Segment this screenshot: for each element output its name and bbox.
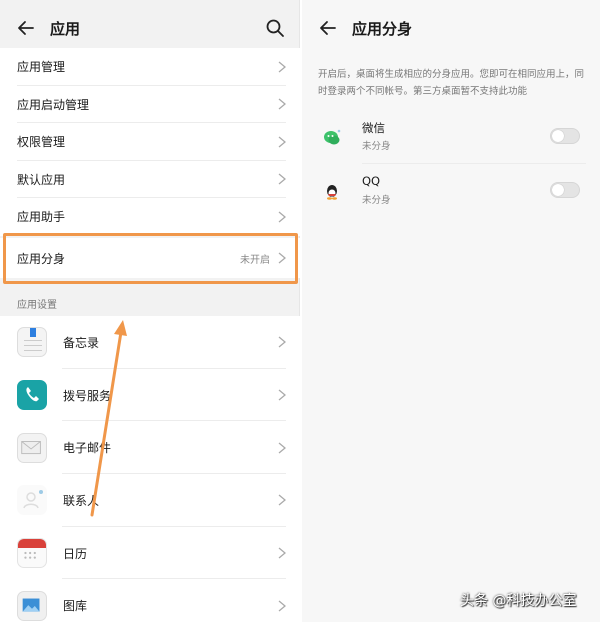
search-icon[interactable] (265, 18, 285, 38)
menu-item-label: 应用分身 (17, 251, 66, 266)
app-settings-panel: 应用 应用管理 应用启动管理 权限管理 默认应用 应用助手 应用分身 未开启 应… (0, 0, 300, 622)
app-clone-group: 应用分身 未开启 (0, 238, 300, 278)
back-arrow-icon[interactable] (318, 18, 338, 38)
watermark: 头条 @科技办公室 (460, 593, 577, 609)
chevron-right-icon (278, 442, 286, 454)
app-name: 微信 (362, 121, 385, 135)
app-clone-status: 未开启 (240, 254, 270, 266)
menu-item-app-assistant[interactable]: 应用助手 (0, 198, 300, 236)
qq-icon (327, 185, 337, 200)
menu-item-label: 应用管理 (17, 60, 66, 75)
clone-toggle[interactable] (550, 128, 580, 144)
chevron-right-icon (278, 252, 286, 264)
back-arrow-icon[interactable] (16, 18, 36, 38)
divider (362, 163, 586, 164)
phone-icon (17, 380, 47, 411)
page-title: 应用分身 (352, 19, 413, 38)
app-clone-panel: 应用分身 开启后，桌面将生成相应的分身应用。您即可在相同应用上，同时登录两个不同… (302, 0, 600, 622)
chevron-right-icon (278, 136, 286, 148)
clone-status: 未分身 (362, 195, 391, 206)
calendar-icon (17, 538, 47, 569)
chevron-right-icon (278, 600, 286, 612)
app-row-email[interactable]: 电子邮件 (0, 421, 300, 475)
feature-description: 开启后，桌面将生成相应的分身应用。您即可在相同应用上，同时登录两个不同帐号。第三… (318, 69, 585, 97)
contacts-icon (17, 485, 47, 516)
app-label: 联系人 (63, 493, 100, 508)
menu-item-app-management[interactable]: 应用管理 (0, 48, 300, 86)
wechat-icon (324, 129, 341, 145)
app-label: 拨号服务 (63, 388, 112, 403)
app-row-notes[interactable]: 备忘录 (0, 316, 300, 369)
menu-item-permissions[interactable]: 权限管理 (0, 123, 300, 161)
menu-item-label: 默认应用 (17, 172, 66, 187)
chevron-right-icon (278, 494, 286, 506)
app-label: 电子邮件 (63, 441, 112, 456)
app-label: 日历 (63, 546, 88, 561)
menu-item-app-clone[interactable]: 应用分身 未开启 (0, 238, 300, 278)
mail-icon (17, 432, 47, 463)
app-settings-list: 备忘录 拨号服务 电子邮件 联系人 日历 图库 (0, 316, 300, 622)
chevron-right-icon (278, 211, 286, 223)
app-name: QQ (362, 174, 381, 188)
menu-item-label: 应用助手 (17, 210, 66, 225)
gallery-icon (17, 590, 47, 621)
app-bar: 应用分身 (302, 0, 600, 56)
app-label: 备忘录 (63, 335, 100, 350)
app-menu-list: 应用管理 应用启动管理 权限管理 默认应用 应用助手 (0, 48, 300, 236)
page-title: 应用 (50, 19, 81, 38)
app-row-dialer[interactable]: 拨号服务 (0, 369, 300, 422)
clone-row-qq[interactable]: QQ 未分身 (302, 166, 600, 218)
chevron-right-icon (278, 173, 286, 185)
chevron-right-icon (278, 98, 286, 110)
menu-item-default-apps[interactable]: 默认应用 (0, 161, 300, 198)
clone-toggle[interactable] (550, 182, 580, 198)
app-row-gallery[interactable]: 图库 (0, 579, 300, 622)
notepad-icon (17, 327, 47, 358)
app-row-calendar[interactable]: 日历 (0, 527, 300, 580)
clone-status: 未分身 (362, 141, 391, 152)
menu-item-startup-management[interactable]: 应用启动管理 (0, 86, 300, 123)
chevron-right-icon (278, 547, 286, 559)
chevron-right-icon (278, 61, 286, 73)
app-label: 图库 (63, 599, 88, 614)
toggle-knob (552, 184, 564, 196)
chevron-right-icon (278, 389, 286, 401)
clone-row-wechat[interactable]: 微信 未分身 (302, 112, 600, 164)
toggle-knob (552, 130, 564, 142)
app-row-contacts[interactable]: 联系人 (0, 474, 300, 527)
chevron-right-icon (278, 336, 286, 348)
menu-item-label: 应用启动管理 (17, 97, 90, 112)
menu-item-label: 权限管理 (17, 135, 66, 150)
section-label-app-settings: 应用设置 (17, 300, 57, 311)
